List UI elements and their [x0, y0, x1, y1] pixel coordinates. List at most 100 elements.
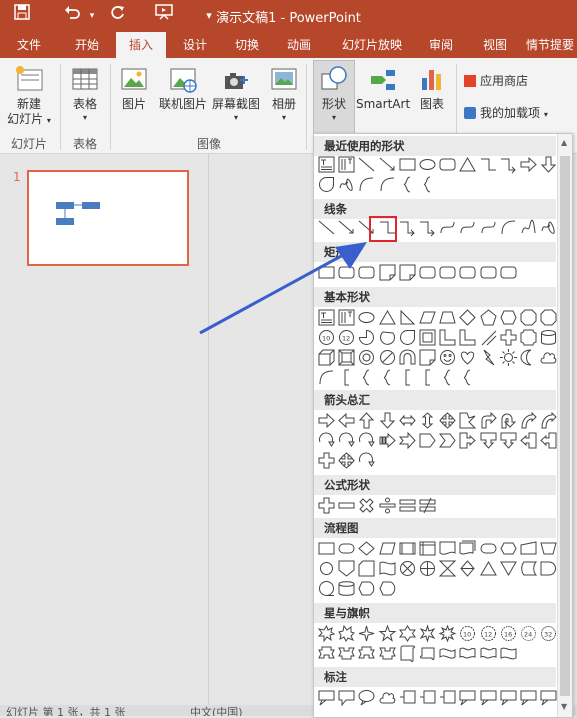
shape-cloud-icon[interactable]: [379, 689, 396, 706]
shape-lcall2-icon[interactable]: [480, 689, 497, 706]
shape-bracket-icon[interactable]: [399, 369, 416, 386]
shape-round-icon[interactable]: [480, 264, 497, 281]
shape-flowdec-icon[interactable]: [358, 540, 376, 557]
shape-circarr-icon[interactable]: [338, 432, 356, 449]
shape-uarrow-icon[interactable]: [358, 412, 375, 429]
shape-heart-icon[interactable]: [459, 349, 476, 366]
shape-fold-icon[interactable]: [419, 349, 436, 366]
shape-cloud-icon[interactable]: [540, 349, 557, 366]
shape-elbowarr-icon[interactable]: [399, 219, 416, 237]
shape-pentarr-icon[interactable]: [419, 432, 436, 449]
shape-eq-icon[interactable]: [399, 497, 416, 514]
tab-home[interactable]: 开始: [64, 32, 110, 58]
shape-sn16-icon[interactable]: 16: [500, 625, 517, 642]
shape-dec-icon[interactable]: [480, 329, 497, 346]
shape-doc-icon[interactable]: [439, 540, 456, 557]
shape-curvedr-icon[interactable]: [540, 411, 557, 429]
slide-thumbnail[interactable]: [27, 170, 189, 266]
tab-file[interactable]: 文件: [6, 32, 52, 58]
shape-fold-icon[interactable]: [379, 264, 396, 281]
scroll-up-icon[interactable]: ▲: [561, 138, 567, 147]
shape-curve-icon[interactable]: [439, 219, 456, 236]
shape-flag-icon[interactable]: [459, 645, 476, 662]
shape-rect-icon[interactable]: [318, 540, 335, 557]
shape-vtxt-icon[interactable]: [338, 156, 355, 173]
shape-flowoff-icon[interactable]: [338, 560, 355, 577]
shape-bracket-icon[interactable]: [419, 369, 436, 386]
shape-flowtape-icon[interactable]: [379, 560, 396, 577]
shape-flowmerge-icon[interactable]: [499, 560, 517, 577]
shape-flowcon-icon[interactable]: [318, 560, 335, 577]
shape-div-icon[interactable]: [379, 497, 396, 514]
shape-plus-icon[interactable]: [500, 329, 517, 346]
shape-frame-icon[interactable]: [419, 329, 436, 346]
smartart-button[interactable]: SmartArt: [356, 64, 410, 112]
shape-lcall3-icon[interactable]: [419, 689, 436, 706]
shape-stagear-icon[interactable]: [459, 412, 477, 429]
shape-darrow-icon[interactable]: [379, 412, 396, 429]
shape-sn24-icon[interactable]: 24: [520, 625, 537, 642]
shape-flowman-icon[interactable]: [520, 540, 537, 557]
shape-tri-icon[interactable]: [378, 309, 396, 326]
shape-ucall-icon[interactable]: [480, 432, 497, 449]
shape-round-icon[interactable]: [500, 264, 517, 281]
shape-free-icon[interactable]: [520, 219, 537, 236]
shape-flowcard-icon[interactable]: [358, 560, 375, 577]
shape-lcall3-icon[interactable]: [439, 689, 456, 706]
shape-ribbon-icon[interactable]: [318, 645, 335, 662]
shape-flowext-icon[interactable]: [479, 560, 497, 577]
shape-uturn-icon[interactable]: [500, 412, 517, 429]
shape-rcall-icon[interactable]: [459, 432, 477, 449]
shape-bolt-icon[interactable]: [480, 349, 497, 366]
shape-ucall-icon[interactable]: [500, 432, 517, 449]
shape-notch-icon[interactable]: [398, 431, 416, 450]
shape-plus-icon[interactable]: [318, 497, 335, 514]
tab-view[interactable]: 视图: [472, 32, 518, 58]
scroll-thumb[interactable]: [560, 156, 570, 696]
shape-arc-icon[interactable]: [500, 219, 517, 236]
shape-circarr-icon[interactable]: [358, 452, 376, 469]
shape-arrowline-icon[interactable]: [379, 156, 396, 173]
shape-flowdata-icon[interactable]: [378, 540, 396, 557]
shape-darrow-icon[interactable]: [540, 156, 557, 173]
shape-star8-icon[interactable]: [438, 624, 457, 643]
tab-insert[interactable]: 插入: [116, 32, 166, 58]
shape-star6-icon[interactable]: [398, 625, 416, 642]
tab-storyboard[interactable]: 情节提要: [526, 32, 577, 58]
tab-review[interactable]: 审阅: [418, 32, 464, 58]
shape-fold-icon[interactable]: [399, 264, 416, 281]
shape-flowor-icon[interactable]: [419, 560, 436, 577]
shape-sun-icon[interactable]: [499, 349, 517, 366]
shapes-button[interactable]: 形状 ▾: [313, 60, 355, 134]
shape-tear-icon[interactable]: [399, 329, 416, 346]
shape-circarr-icon[interactable]: [318, 432, 335, 449]
shape-scroll1-icon[interactable]: [419, 645, 436, 662]
shape-para-icon[interactable]: [419, 309, 436, 326]
shape-tri-icon[interactable]: [459, 156, 477, 173]
scroll-down-icon[interactable]: ▼: [561, 702, 567, 711]
shape-block-icon[interactable]: [399, 349, 416, 366]
shape-moon-icon[interactable]: [520, 349, 537, 366]
shape-brace-icon[interactable]: [439, 369, 456, 386]
screenshot-button[interactable]: 屏幕截图 ▾: [210, 64, 262, 124]
shape-lcall2-icon[interactable]: [540, 689, 557, 706]
shape-lcall3-icon[interactable]: [399, 689, 416, 706]
shape-brace-icon[interactable]: [419, 176, 436, 193]
my-addins-button[interactable]: 我的加载项 ▾: [464, 104, 576, 121]
shape-brace-icon[interactable]: [399, 176, 416, 193]
shape-scroll2-icon[interactable]: [399, 645, 416, 662]
album-button[interactable]: 相册 ▾: [266, 64, 302, 124]
shape-flowstore-icon[interactable]: [520, 560, 538, 577]
shape-flowseq-icon[interactable]: [318, 580, 335, 597]
shape-hex-icon[interactable]: [500, 309, 517, 326]
shape-elbowarr-icon[interactable]: [419, 219, 436, 237]
shape-donut-icon[interactable]: [358, 349, 375, 366]
shape-flag-icon[interactable]: [480, 645, 497, 662]
tab-design[interactable]: 设计: [172, 32, 218, 58]
shape-diam-icon[interactable]: [459, 309, 477, 326]
tab-slideshow[interactable]: 幻灯片放映: [334, 32, 410, 58]
shape-brace-icon[interactable]: [379, 369, 396, 386]
shape-wave2-icon[interactable]: [439, 645, 456, 662]
shape-rarrow-icon[interactable]: [318, 412, 335, 429]
shape-round-icon[interactable]: [459, 264, 476, 281]
